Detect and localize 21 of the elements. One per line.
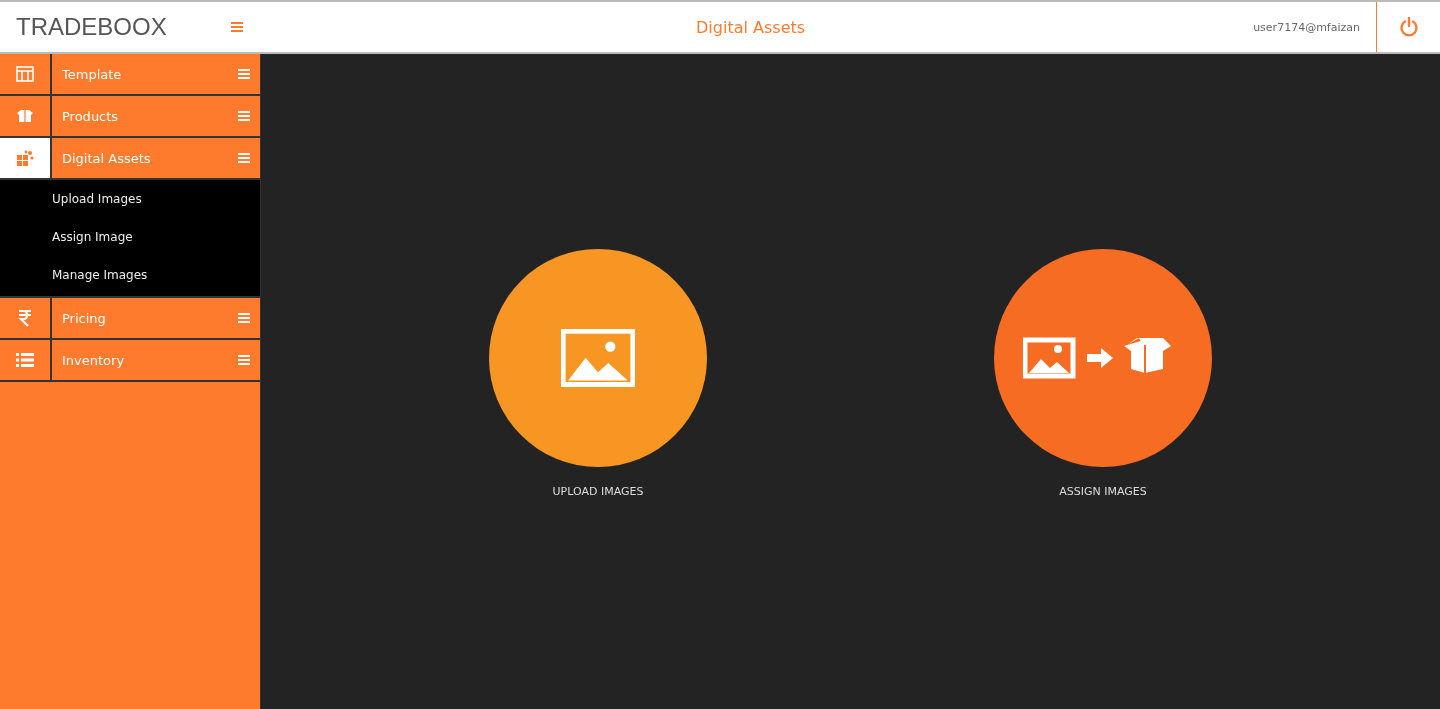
user-name: user7174@mfaizan	[1253, 20, 1361, 34]
menu-icon	[238, 69, 250, 79]
menu-icon	[231, 22, 243, 32]
menu-icon	[238, 153, 250, 163]
brand-logo: TRADEBOOX	[15, 13, 168, 41]
table-layout-icon	[16, 66, 34, 82]
power-icon	[1398, 17, 1419, 37]
rupee-icon	[18, 309, 32, 327]
submenu-item[interactable]: Manage Images	[0, 256, 260, 294]
list-icon	[16, 353, 34, 367]
image-icon	[561, 329, 635, 387]
tile-label: ASSIGN IMAGES	[1059, 485, 1147, 498]
menu-icon	[238, 111, 250, 121]
submenu-item[interactable]: Assign Image	[0, 218, 260, 256]
blocks-icon	[16, 150, 34, 166]
tile-label: UPLOAD IMAGES	[552, 485, 644, 498]
box-icon	[16, 109, 34, 123]
submenu-item[interactable]: Upload Images	[0, 180, 260, 218]
menu-icon	[238, 313, 250, 323]
page-title: Digital Assets	[695, 17, 807, 37]
menu-icon	[238, 355, 250, 365]
